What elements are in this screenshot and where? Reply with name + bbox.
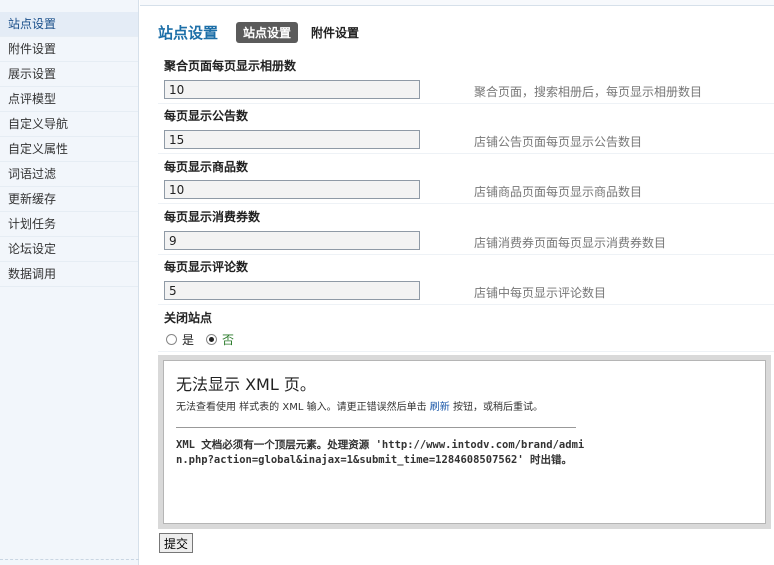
close-site-label: 关闭站点 xyxy=(164,311,213,325)
sidebar-item-review-model[interactable]: 点评模型 xyxy=(0,87,138,112)
notice-per-page-hint: 店铺公告页面每页显示公告数目 xyxy=(474,135,643,149)
coupon-per-page-input[interactable] xyxy=(164,231,420,250)
row-divider xyxy=(158,153,774,154)
album-per-page-input[interactable] xyxy=(164,80,420,99)
notice-per-page-input[interactable] xyxy=(164,130,420,149)
xml-error-desc-text-after: 按钮，或稍后重试。 xyxy=(449,402,543,413)
sidebar-item-forum-settings[interactable]: 论坛设定 xyxy=(0,237,138,262)
page-title: 站点设置 xyxy=(158,24,219,42)
sidebar-item-attachment-settings[interactable]: 附件设置 xyxy=(0,37,138,62)
row-divider xyxy=(158,254,774,255)
sidebar: 站点设置 附件设置 展示设置 点评模型 自定义导航 自定义属性 词语过滤 更新缓… xyxy=(0,0,139,565)
xml-error-panel: 无法显示 XML 页。 无法查看使用 样式表的 XML 输入。请更正错误然后单击… xyxy=(163,360,766,524)
goods-per-page-hint: 店铺商品页面每页显示商品数目 xyxy=(474,185,643,199)
main-panel: 站点设置 站点设置 附件设置 聚合页面每页显示相册数 聚合页面，搜索相册后，每页… xyxy=(140,0,774,565)
row-divider xyxy=(158,304,774,305)
row-divider xyxy=(158,351,774,352)
xml-error-divider xyxy=(176,427,576,428)
tab-site-settings[interactable]: 站点设置 xyxy=(236,22,299,43)
row-divider xyxy=(158,103,774,104)
album-per-page-label: 聚合页面每页显示相册数 xyxy=(164,59,297,73)
goods-per-page-input[interactable] xyxy=(164,180,420,199)
review-per-page-label: 每页显示评论数 xyxy=(164,260,249,274)
refresh-link[interactable]: 刷新 xyxy=(430,402,450,413)
close-site-radio-group: 是 否 xyxy=(166,331,246,348)
coupon-per-page-hint: 店铺消费券页面每页显示消费券数目 xyxy=(474,236,667,250)
sidebar-footer-divider xyxy=(0,559,139,565)
sidebar-item-word-filter[interactable]: 词语过滤 xyxy=(0,162,138,187)
sidebar-item-display-settings[interactable]: 展示设置 xyxy=(0,62,138,87)
sidebar-item-custom-nav[interactable]: 自定义导航 xyxy=(0,112,138,137)
xml-error-description: 无法查看使用 样式表的 XML 输入。请更正错误然后单击 刷新 按钮，或稍后重试… xyxy=(176,401,596,415)
close-site-no-label[interactable]: 否 xyxy=(222,331,234,348)
radio-selected-dot xyxy=(209,337,215,342)
notice-per-page-label: 每页显示公告数 xyxy=(164,109,249,123)
sidebar-item-update-cache[interactable]: 更新缓存 xyxy=(0,187,138,212)
close-site-no-radio[interactable] xyxy=(206,334,218,345)
album-per-page-hint: 聚合页面，搜索相册后，每页显示相册数目 xyxy=(474,85,703,99)
xml-error-detail: XML 文档必须有一个顶层元素。处理资源 'http://www.intodv.… xyxy=(176,439,585,466)
sidebar-item-scheduled-tasks[interactable]: 计划任务 xyxy=(0,212,138,237)
submit-button[interactable]: 提交 xyxy=(159,533,194,553)
review-per-page-input[interactable] xyxy=(164,281,420,300)
xml-error-frame: 无法显示 XML 页。 无法查看使用 样式表的 XML 输入。请更正错误然后单击… xyxy=(158,355,771,529)
sidebar-item-data-call[interactable]: 数据调用 xyxy=(0,262,138,287)
row-divider xyxy=(158,203,774,204)
tab-attachment-settings[interactable]: 附件设置 xyxy=(304,22,366,43)
xml-error-title: 无法显示 XML 页。 xyxy=(176,375,316,394)
coupon-per-page-label: 每页显示消费券数 xyxy=(164,210,261,224)
xml-error-desc-text: 无法查看使用 样式表的 XML 输入。请更正错误然后单击 xyxy=(176,402,430,413)
close-site-yes-radio[interactable] xyxy=(166,334,177,345)
top-border xyxy=(140,0,774,6)
sidebar-item-custom-attributes[interactable]: 自定义属性 xyxy=(0,137,138,162)
page-header: 站点设置 站点设置 附件设置 xyxy=(158,22,372,43)
goods-per-page-label: 每页显示商品数 xyxy=(164,160,249,174)
sidebar-top-spacer xyxy=(0,0,138,12)
review-per-page-hint: 店铺中每页显示评论数目 xyxy=(474,286,607,300)
sidebar-item-site-settings[interactable]: 站点设置 xyxy=(0,12,138,37)
close-site-yes-label[interactable]: 是 xyxy=(182,331,194,348)
